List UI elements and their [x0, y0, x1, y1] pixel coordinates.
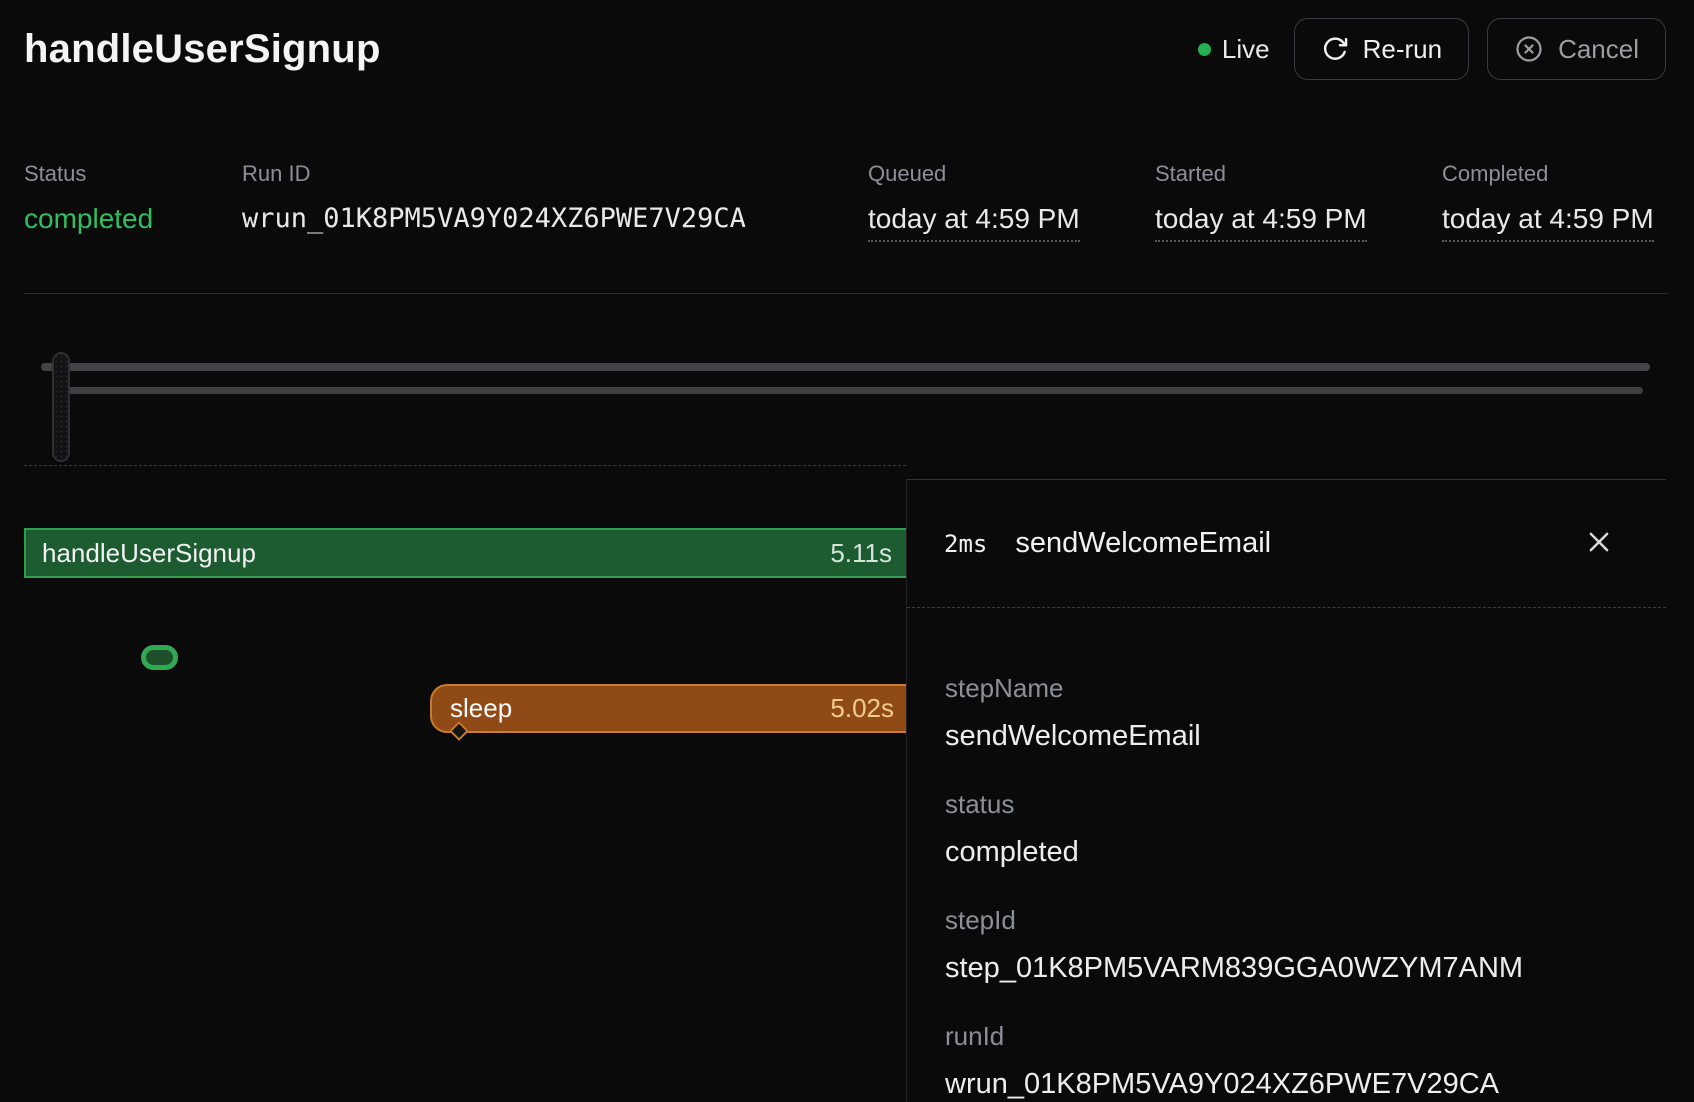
field-step-name: stepName sendWelcomeEmail	[945, 672, 1626, 754]
rerun-label: Re-run	[1363, 34, 1442, 65]
page-title: handleUserSignup	[24, 27, 381, 72]
span-root-duration: 5.11s	[830, 538, 892, 569]
meta-started: Started today at 4:59 PM	[1155, 160, 1367, 242]
step-marker[interactable]	[141, 645, 178, 670]
live-dot-icon	[1198, 43, 1211, 56]
completed-timestamp[interactable]: today at 4:59 PM	[1442, 202, 1654, 242]
live-status: Live	[1198, 34, 1270, 65]
minimap-span-root	[41, 363, 1650, 371]
step-detail-panel: 2ms sendWelcomeEmail stepName sendWelcom…	[906, 479, 1666, 1102]
meta-queued-label: Queued	[868, 160, 1080, 188]
field-step-name-label: stepName	[945, 672, 1626, 704]
timeline-span-sleep[interactable]: sleep 5.02s	[430, 684, 906, 733]
span-root-name: handleUserSignup	[42, 538, 256, 569]
meta-started-label: Started	[1155, 160, 1367, 188]
field-run-id-label: runId	[945, 1020, 1626, 1052]
run-id-value: wrun_01K8PM5VA9Y024XZ6PWE7V29CA	[242, 202, 746, 236]
cancel-button[interactable]: Cancel	[1487, 18, 1666, 80]
meta-queued: Queued today at 4:59 PM	[868, 160, 1080, 242]
meta-completed-label: Completed	[1442, 160, 1654, 188]
cancel-label: Cancel	[1558, 34, 1639, 65]
minimap-brush-handle[interactable]	[52, 352, 70, 462]
meta-status-label: Status	[24, 160, 153, 188]
meta-run-id-label: Run ID	[242, 160, 746, 188]
panel-header: 2ms sendWelcomeEmail	[907, 480, 1666, 608]
close-icon	[1584, 545, 1614, 560]
panel-fields: stepName sendWelcomeEmail status complet…	[907, 608, 1666, 1102]
live-label: Live	[1222, 34, 1270, 65]
meta-status: Status completed	[24, 160, 153, 236]
field-step-id-value: step_01K8PM5VARM839GGA0WZYM7ANM	[945, 950, 1626, 986]
field-step-id: stepId step_01K8PM5VARM839GGA0WZYM7ANM	[945, 904, 1626, 986]
meta-completed: Completed today at 4:59 PM	[1442, 160, 1654, 242]
header: handleUserSignup Live Re-run	[24, 16, 1666, 82]
workflow-run-page: { "header": { "title": "handleUserSignup…	[0, 0, 1694, 1102]
status-badge: completed	[24, 202, 153, 236]
panel-close-button[interactable]	[1580, 523, 1618, 564]
field-run-id-value: wrun_01K8PM5VA9Y024XZ6PWE7V29CA	[945, 1066, 1626, 1102]
gantt-top-border	[24, 465, 906, 466]
refresh-icon	[1321, 35, 1349, 63]
field-status-value: completed	[945, 834, 1626, 870]
circle-x-icon	[1514, 34, 1544, 64]
header-actions: Live Re-run Cancel	[1198, 18, 1666, 80]
queued-timestamp[interactable]: today at 4:59 PM	[868, 202, 1080, 242]
started-timestamp[interactable]: today at 4:59 PM	[1155, 202, 1367, 242]
meta-run-id: Run ID wrun_01K8PM5VA9Y024XZ6PWE7V29CA	[242, 160, 746, 236]
field-status-label: status	[945, 788, 1626, 820]
minimap-span-sleep	[60, 387, 1643, 394]
panel-step-title: sendWelcomeEmail	[1015, 527, 1271, 560]
field-status: status completed	[945, 788, 1626, 870]
field-step-id-label: stepId	[945, 904, 1626, 936]
timeline-span-root[interactable]: handleUserSignup 5.11s	[24, 528, 906, 578]
section-divider	[24, 293, 1668, 294]
rerun-button[interactable]: Re-run	[1294, 18, 1469, 80]
panel-step-duration: 2ms	[944, 530, 987, 558]
field-run-id: runId wrun_01K8PM5VA9Y024XZ6PWE7V29CA	[945, 1020, 1626, 1102]
field-step-name-value: sendWelcomeEmail	[945, 718, 1626, 754]
span-sleep-duration: 5.02s	[830, 693, 894, 724]
span-sleep-name: sleep	[450, 693, 512, 724]
